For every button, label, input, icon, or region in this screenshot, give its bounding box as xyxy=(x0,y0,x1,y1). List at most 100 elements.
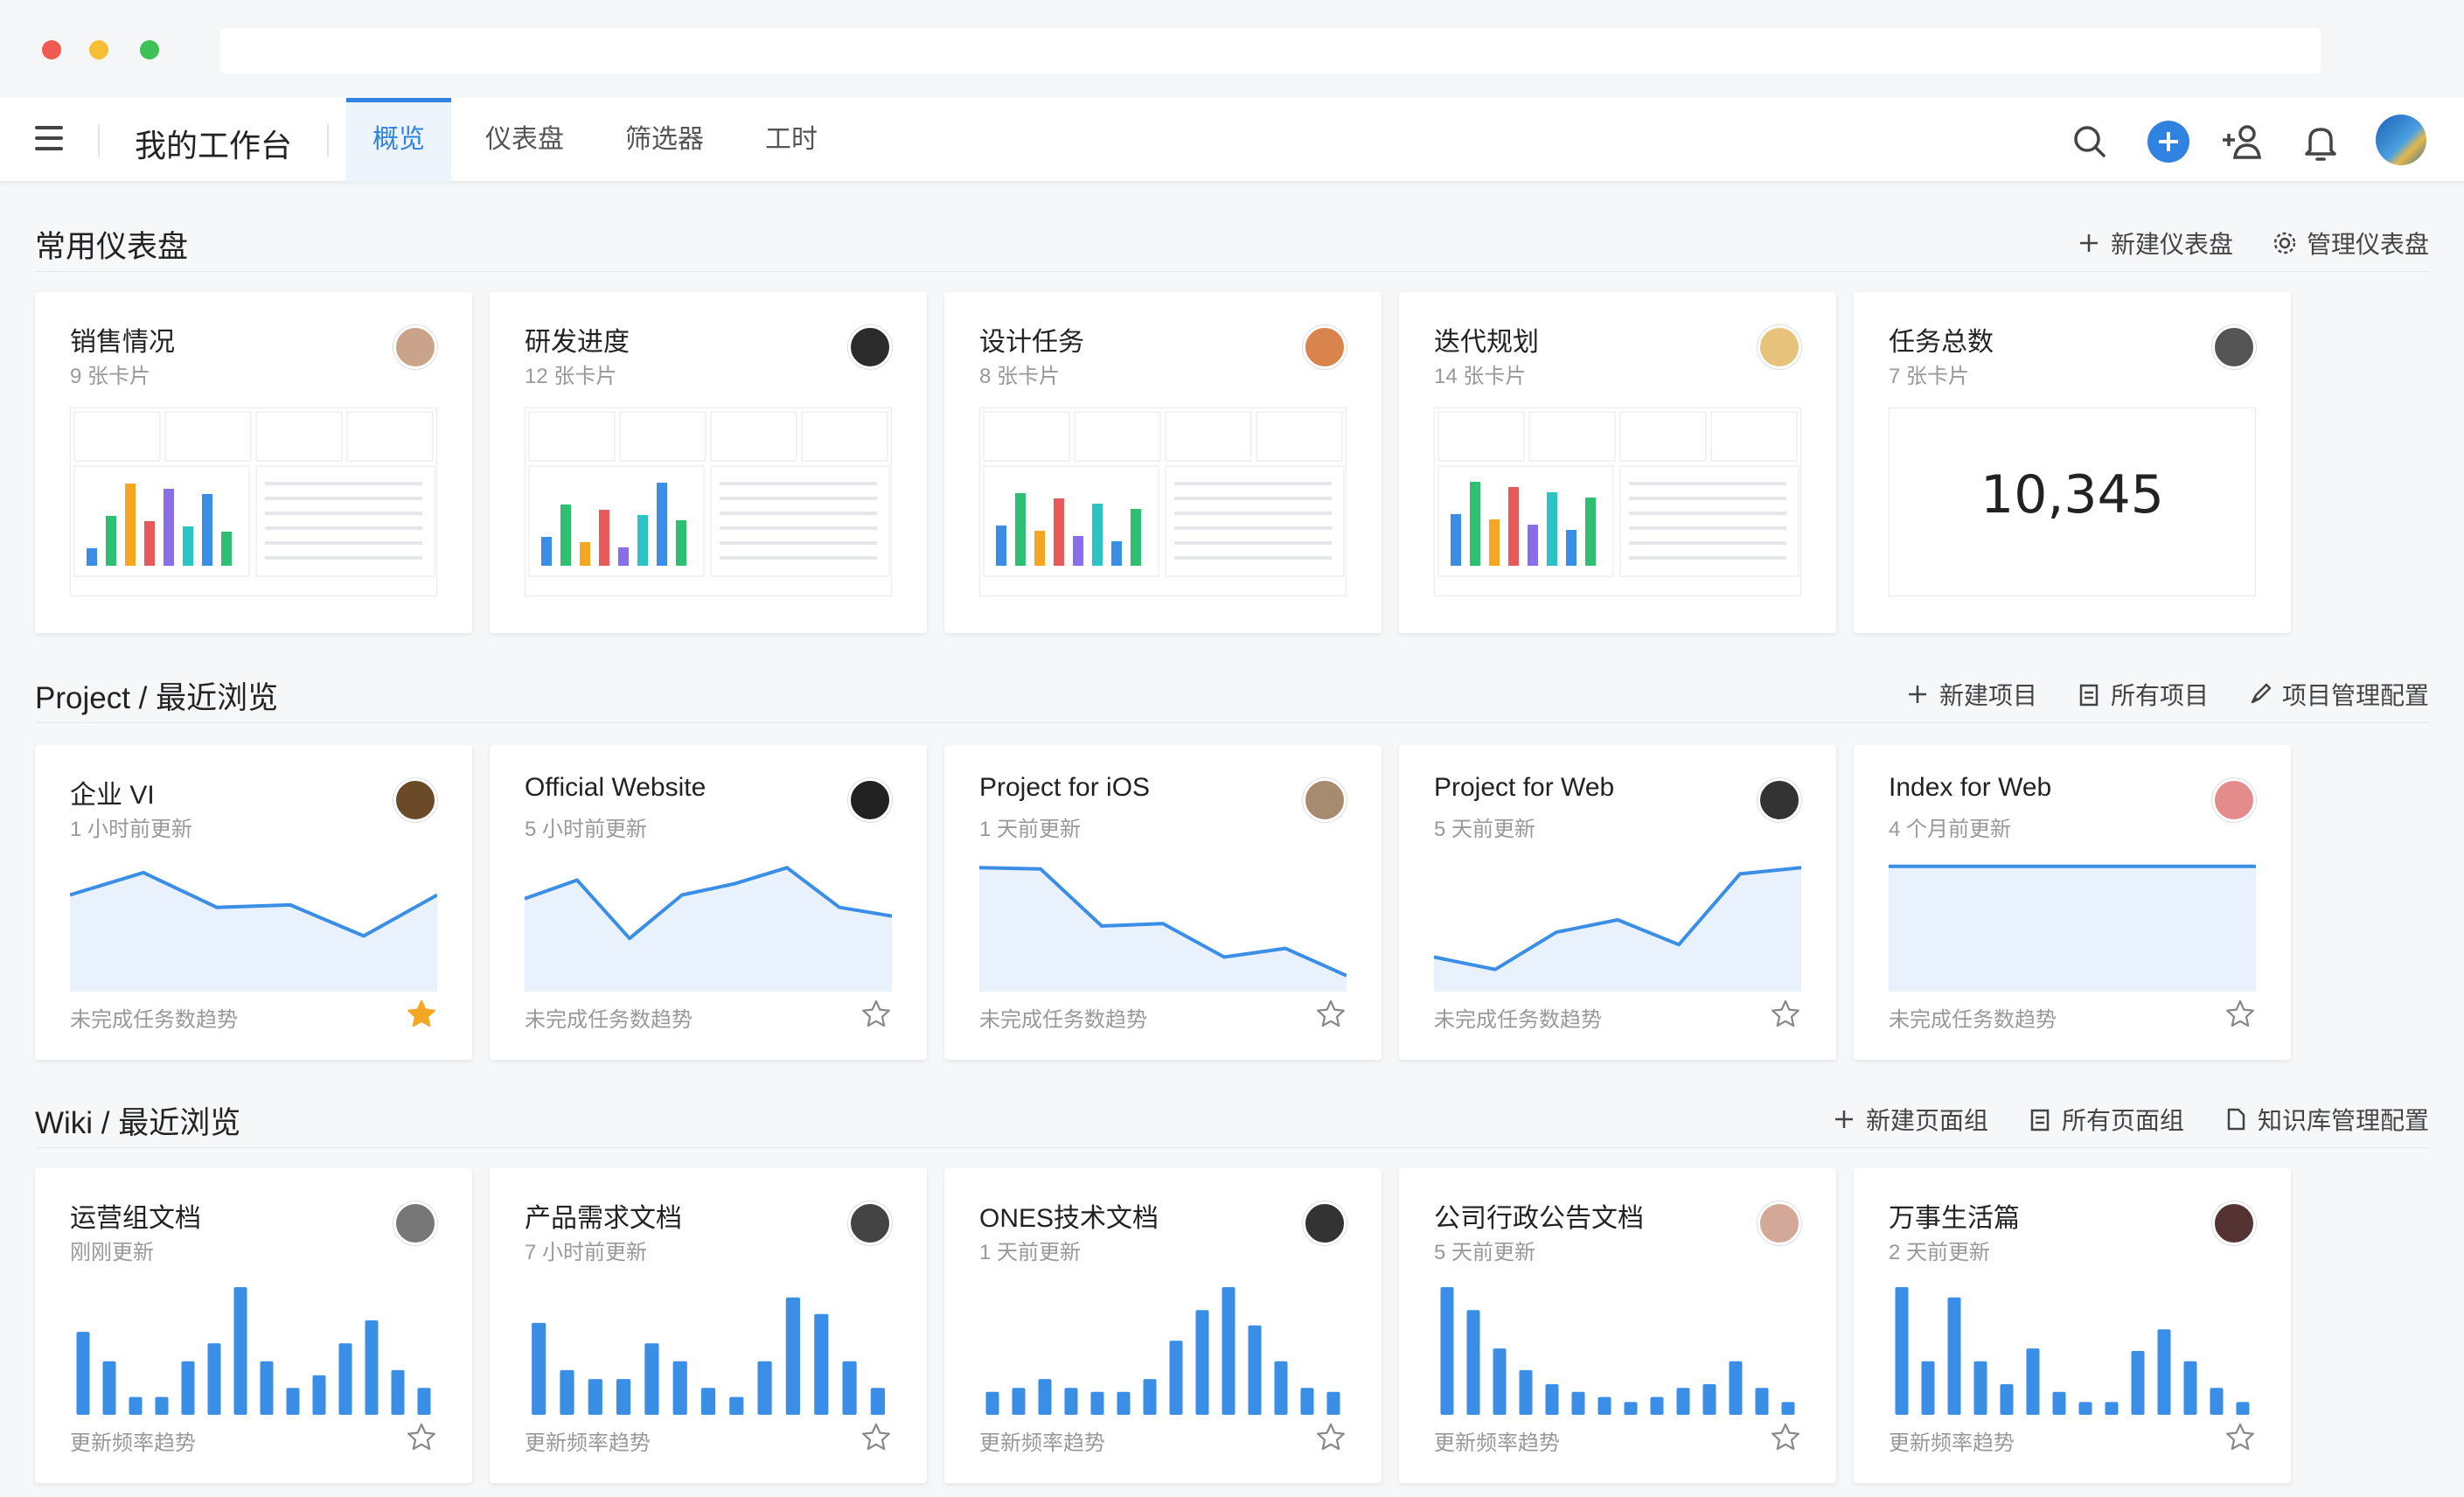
dashboard-thumbnail: 10,345 xyxy=(1889,407,2256,596)
user-avatar[interactable] xyxy=(2375,114,2427,166)
star-icon[interactable] xyxy=(1315,1422,1347,1453)
card-title: 迭代规划 xyxy=(1434,328,1539,357)
dashboard-card[interactable]: 设计任务 8 张卡片 xyxy=(944,292,1382,633)
add-icon[interactable] xyxy=(2146,119,2191,164)
bell-icon[interactable] xyxy=(2298,119,2343,164)
frequency-bar xyxy=(312,1375,326,1415)
mini-bar xyxy=(1092,504,1103,566)
frequency-bar xyxy=(417,1388,431,1415)
mini-bar xyxy=(676,520,686,566)
wiki-card[interactable]: 运营组文档 刚刚更新 更新频率趋势 xyxy=(35,1168,472,1483)
new-page-group-button[interactable]: 新建页面组 xyxy=(1831,1102,1988,1137)
frequency-bar xyxy=(2052,1391,2066,1415)
all-page-groups-button[interactable]: 所有页面组 xyxy=(2027,1102,2184,1137)
frequency-bar xyxy=(1248,1325,1262,1415)
all-projects-button[interactable]: 所有项目 xyxy=(2076,677,2209,712)
wiki-card[interactable]: 产品需求文档 7 小时前更新 更新频率趋势 xyxy=(490,1168,927,1483)
manage-dashboard-button[interactable]: 管理仪表盘 xyxy=(2272,226,2429,261)
frequency-bar xyxy=(1676,1388,1690,1415)
tab-overview[interactable]: 概览 xyxy=(346,98,451,182)
add-user-icon[interactable] xyxy=(2219,119,2265,164)
new-dashboard-button[interactable]: 新建仪表盘 xyxy=(2076,226,2233,261)
card-title: Official Website xyxy=(525,773,706,802)
wiki-card[interactable]: 万事生活篇 2 天前更新 更新频率趋势 xyxy=(1854,1168,2291,1483)
tab-dashboards[interactable]: 仪表盘 xyxy=(476,98,574,182)
card-footer-label: 更新频率趋势 xyxy=(70,1431,196,1455)
divider xyxy=(35,722,2429,723)
star-icon[interactable] xyxy=(1315,999,1347,1030)
frequency-chart xyxy=(532,1297,885,1415)
frequency-bar xyxy=(729,1396,744,1415)
gear-icon xyxy=(2273,232,2296,254)
star-icon[interactable] xyxy=(2224,1422,2256,1453)
mini-row xyxy=(720,512,877,515)
wiki-card[interactable]: 公司行政公告文档 5 天前更新 更新频率趋势 xyxy=(1399,1168,1836,1483)
address-bar[interactable] xyxy=(220,28,2321,73)
mini-bar xyxy=(87,548,97,566)
frequency-bar xyxy=(814,1313,829,1415)
close-window-button[interactable] xyxy=(42,40,61,59)
card-title: 运营组文档 xyxy=(70,1204,201,1233)
star-icon[interactable] xyxy=(1770,999,1801,1030)
plus-icon xyxy=(1908,686,1926,703)
dashboard-card[interactable]: 迭代规划 14 张卡片 xyxy=(1399,292,1836,633)
dashboard-card[interactable]: 任务总数 7 张卡片 10,345 xyxy=(1854,292,2291,633)
tab-filters[interactable]: 筛选器 xyxy=(616,98,713,182)
star-icon[interactable] xyxy=(406,999,437,1030)
card-title: 任务总数 xyxy=(1889,328,1994,357)
section-title-wikis: Wiki / 最近浏览 xyxy=(35,1106,241,1140)
new-project-button[interactable]: 新建项目 xyxy=(1904,677,2037,712)
star-icon[interactable] xyxy=(860,999,892,1030)
star-icon[interactable] xyxy=(860,1422,892,1453)
avatar xyxy=(2212,325,2256,369)
frequency-bar xyxy=(2157,1329,2171,1415)
card-subtitle: 7 小时前更新 xyxy=(525,1241,648,1264)
mini-stat xyxy=(1619,411,1707,462)
mini-stat xyxy=(164,411,252,462)
tab-worktime[interactable]: 工时 xyxy=(755,98,827,182)
frequency-bar xyxy=(1755,1388,1769,1415)
search-icon[interactable] xyxy=(2067,119,2112,164)
all-page-groups-label: 所有页面组 xyxy=(2061,1107,2184,1134)
dashboard-actions: 新建仪表盘 管理仪表盘 xyxy=(2076,226,2429,261)
thumbnail-graphic xyxy=(73,411,435,577)
mini-bar xyxy=(125,484,136,566)
project-card[interactable]: Index for Web 4 个月前更新 未完成任务数趋势 xyxy=(1854,745,2291,1060)
card-title: Project for Web xyxy=(1434,773,1615,802)
project-card[interactable]: Official Website 5 小时前更新 未完成任务数趋势 xyxy=(490,745,927,1060)
star-icon[interactable] xyxy=(406,1422,437,1453)
document-icon xyxy=(2227,1108,2245,1131)
mini-bar xyxy=(1528,525,1538,566)
mini-row xyxy=(720,497,877,500)
dashboard-card[interactable]: 销售情况 9 张卡片 xyxy=(35,292,472,633)
project-card[interactable]: 企业 VI 1 小时前更新 未完成任务数趋势 xyxy=(35,745,472,1060)
mini-stat xyxy=(619,411,706,462)
star-icon[interactable] xyxy=(2224,999,2256,1030)
frequency-bar xyxy=(1274,1361,1288,1415)
dashboard-card[interactable]: 研发进度 12 张卡片 xyxy=(490,292,927,633)
frequency-bar xyxy=(1650,1396,1664,1415)
manage-dashboard-label: 管理仪表盘 xyxy=(2306,231,2429,258)
mini-stat xyxy=(73,411,161,462)
frequency-bar xyxy=(233,1287,247,1415)
project-card[interactable]: Project for iOS 1 天前更新 未完成任务数趋势 xyxy=(944,745,1382,1060)
mini-bar xyxy=(183,526,193,566)
card-footer-label: 更新频率趋势 xyxy=(525,1431,651,1455)
project-card[interactable]: Project for Web 5 天前更新 未完成任务数趋势 xyxy=(1399,745,1836,1060)
maximize-window-button[interactable] xyxy=(140,40,159,59)
star-icon[interactable] xyxy=(1770,1422,1801,1453)
frequency-bar xyxy=(2183,1361,2197,1415)
avatar xyxy=(1303,778,1347,822)
minimize-window-button[interactable] xyxy=(89,40,108,59)
project-config-button[interactable]: 项目管理配置 xyxy=(2247,677,2429,712)
section-title-dashboards: 常用仪表盘 xyxy=(35,230,189,264)
menu-icon[interactable] xyxy=(35,126,63,152)
card-subtitle: 5 小时前更新 xyxy=(525,818,648,841)
thumbnail-graphic xyxy=(1437,411,1799,577)
dashboard-thumbnail xyxy=(1434,407,1801,596)
divider xyxy=(35,271,2429,272)
wiki-config-button[interactable]: 知识库管理配置 xyxy=(2223,1102,2429,1137)
mini-bar xyxy=(1073,536,1083,566)
top-nav: 我的工作台 概览 仪表盘 筛选器 工时 xyxy=(0,98,2464,182)
wiki-card[interactable]: ONES技术文档 1 天前更新 更新频率趋势 xyxy=(944,1168,1382,1483)
